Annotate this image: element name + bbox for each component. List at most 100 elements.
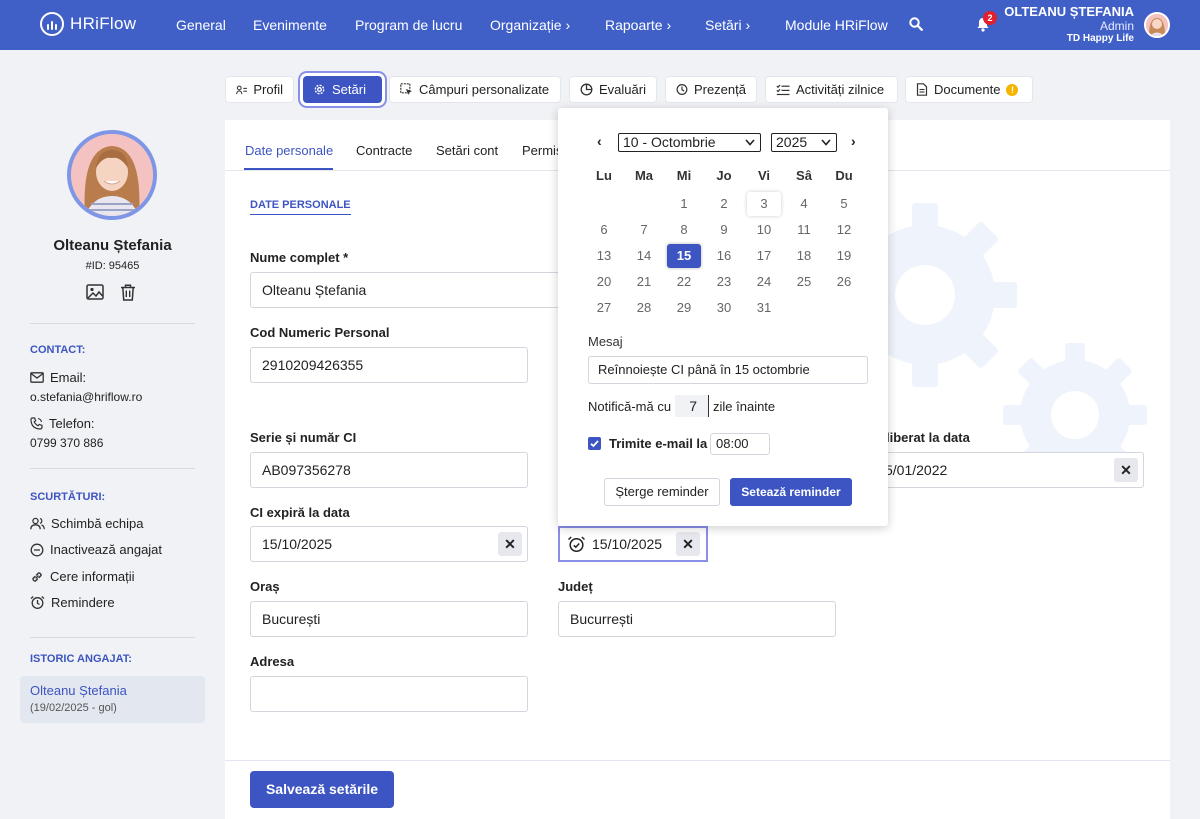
city-input[interactable]: București bbox=[250, 601, 528, 637]
calendar-day[interactable]: 24 bbox=[747, 270, 781, 294]
shortcut-reminders[interactable]: Remindere bbox=[30, 595, 115, 610]
minus-circle-icon bbox=[30, 543, 44, 556]
calendar-day[interactable]: 31 bbox=[747, 296, 781, 320]
calendar-day[interactable]: 18 bbox=[787, 244, 821, 268]
history-item[interactable]: Olteanu Ștefania (19/02/2025 - gol) bbox=[20, 676, 205, 723]
notification-badge: 2 bbox=[983, 11, 997, 25]
image-icon[interactable] bbox=[86, 284, 104, 300]
subtab-setari-cont[interactable]: Setări cont bbox=[436, 143, 498, 158]
tab-documente[interactable]: Documente ! bbox=[905, 76, 1033, 103]
cnp-input[interactable]: 2910209426355 bbox=[250, 347, 528, 383]
nav-setari[interactable]: Setări › bbox=[705, 17, 750, 33]
save-settings-button[interactable]: Salvează setările bbox=[250, 771, 394, 808]
calendar-day[interactable]: 30 bbox=[707, 296, 741, 320]
email-label: Email: bbox=[50, 370, 87, 385]
brand-name: HRiFlow bbox=[70, 14, 137, 33]
calendar-day[interactable]: 8 bbox=[667, 218, 701, 242]
user-name[interactable]: OLTEANU ȘTEFANIA bbox=[1004, 4, 1134, 19]
calendar-day[interactable]: 10 bbox=[747, 218, 781, 242]
calendar-day[interactable]: 17 bbox=[747, 244, 781, 268]
ci-series-input[interactable]: AB097356278 bbox=[250, 452, 528, 488]
email-time-input[interactable]: 08:00 bbox=[710, 433, 770, 455]
calendar-day[interactable]: 25 bbox=[787, 270, 821, 294]
notify-days-input[interactable]: 7 bbox=[675, 395, 709, 417]
nav-organizatie[interactable]: Organizație › bbox=[490, 17, 570, 33]
nav-program[interactable]: Program de lucru bbox=[355, 17, 462, 33]
weekday-header: Ma bbox=[634, 168, 654, 183]
chevron-left-icon[interactable]: ‹ bbox=[597, 133, 602, 149]
set-reminder-button[interactable]: Setează reminder bbox=[730, 478, 852, 506]
weekday-header: Mi bbox=[676, 168, 692, 183]
calendar-day[interactable]: 23 bbox=[707, 270, 741, 294]
nav-evenimente[interactable]: Evenimente bbox=[253, 17, 327, 33]
subtab-date-personale[interactable]: Date personale bbox=[245, 143, 333, 158]
divider bbox=[30, 468, 195, 469]
shortcut-inactivate[interactable]: Inactivează angajat bbox=[30, 542, 162, 557]
tab-campuri[interactable]: Câmpuri personalizate bbox=[389, 76, 561, 103]
tab-profil[interactable]: Profil bbox=[225, 76, 294, 103]
tab-evaluari[interactable]: Evaluări bbox=[569, 76, 657, 103]
month-select-value: 10 - Octombrie bbox=[623, 134, 716, 150]
calendar-day[interactable]: 29 bbox=[667, 296, 701, 320]
delete-reminder-button[interactable]: Șterge reminder bbox=[604, 478, 720, 506]
calendar-day[interactable]: 3 bbox=[747, 192, 781, 216]
calendar-day[interactable]: 26 bbox=[827, 270, 861, 294]
nav-module[interactable]: Module HRiFlow bbox=[785, 17, 888, 33]
calendar-day[interactable]: 6 bbox=[587, 218, 621, 242]
weekday-header: Jo bbox=[716, 168, 732, 183]
county-input[interactable]: Bucurrești bbox=[558, 601, 836, 637]
address-input[interactable] bbox=[250, 676, 528, 712]
nav-rapoarte[interactable]: Rapoarte › bbox=[605, 17, 671, 33]
ci-expiry-input[interactable]: 15/10/2025 bbox=[250, 526, 528, 562]
calendar-day[interactable]: 13 bbox=[587, 244, 621, 268]
email-checkbox[interactable] bbox=[588, 437, 601, 450]
subtab-contracte[interactable]: Contracte bbox=[356, 143, 412, 158]
close-icon[interactable]: ✕ bbox=[1114, 458, 1138, 482]
alarm-clock-icon bbox=[30, 596, 45, 609]
calendar-day[interactable]: 9 bbox=[707, 218, 741, 242]
calendar-day[interactable]: 14 bbox=[627, 244, 661, 268]
shortcut-change-team[interactable]: Schimbă echipa bbox=[30, 516, 144, 531]
nav-general[interactable]: General bbox=[176, 17, 226, 33]
calendar-day[interactable]: 27 bbox=[587, 296, 621, 320]
phone-value[interactable]: 0799 370 886 bbox=[30, 436, 103, 450]
full-name-input[interactable]: Olteanu Ștefania bbox=[250, 272, 560, 308]
month-select[interactable]: 10 - Octombrie bbox=[618, 133, 761, 152]
avatar[interactable] bbox=[1144, 12, 1170, 38]
calendar-day[interactable]: 20 bbox=[587, 270, 621, 294]
message-input[interactable]: Reînnoiește CI până în 15 octombrie bbox=[588, 356, 868, 384]
calendar-day[interactable]: 28 bbox=[627, 296, 661, 320]
calendar-day[interactable]: 2 bbox=[707, 192, 741, 216]
search-icon[interactable] bbox=[909, 17, 923, 34]
calendar-day[interactable]: 12 bbox=[827, 218, 861, 242]
logo[interactable]: HRiFlow bbox=[40, 12, 136, 36]
calendar-day[interactable]: 7 bbox=[627, 218, 661, 242]
trash-icon[interactable] bbox=[120, 284, 136, 301]
shortcut-request-info[interactable]: Cere informații bbox=[30, 569, 135, 584]
phone-label: Telefon: bbox=[49, 416, 95, 431]
calendar-day[interactable]: 16 bbox=[707, 244, 741, 268]
calendar-day[interactable]: 4 bbox=[787, 192, 821, 216]
email-value[interactable]: o.stefania@hriflow.ro bbox=[30, 390, 142, 404]
reminder-date-input[interactable]: 15/10/2025 ✕ bbox=[558, 526, 708, 562]
alarm-clock-icon[interactable] bbox=[567, 535, 586, 554]
tab-prezenta[interactable]: Prezență bbox=[665, 76, 757, 103]
close-icon[interactable]: ✕ bbox=[498, 532, 522, 556]
close-icon[interactable]: ✕ bbox=[676, 532, 700, 556]
issued-date-input[interactable]: 5/01/2022 bbox=[875, 452, 1144, 488]
calendar-day[interactable]: 21 bbox=[627, 270, 661, 294]
nav-organizatie-label: Organizație bbox=[490, 17, 562, 33]
calendar-day[interactable]: 19 bbox=[827, 244, 861, 268]
calendar-day[interactable]: 22 bbox=[667, 270, 701, 294]
calendar-day[interactable]: 5 bbox=[827, 192, 861, 216]
chevron-right-icon[interactable]: › bbox=[851, 133, 856, 149]
year-select[interactable]: 2025 bbox=[771, 133, 837, 152]
tab-activitati[interactable]: Activități zilnice bbox=[765, 76, 898, 103]
calendar-day[interactable]: 15 bbox=[667, 244, 701, 268]
tab-profil-label: Profil bbox=[253, 82, 283, 97]
calendar-day[interactable]: 11 bbox=[787, 218, 821, 242]
tab-setari[interactable]: Setări bbox=[303, 76, 382, 103]
subtab-permis[interactable]: Permis bbox=[522, 143, 562, 158]
chevron-down-icon bbox=[821, 139, 831, 146]
calendar-day[interactable]: 1 bbox=[667, 192, 701, 216]
